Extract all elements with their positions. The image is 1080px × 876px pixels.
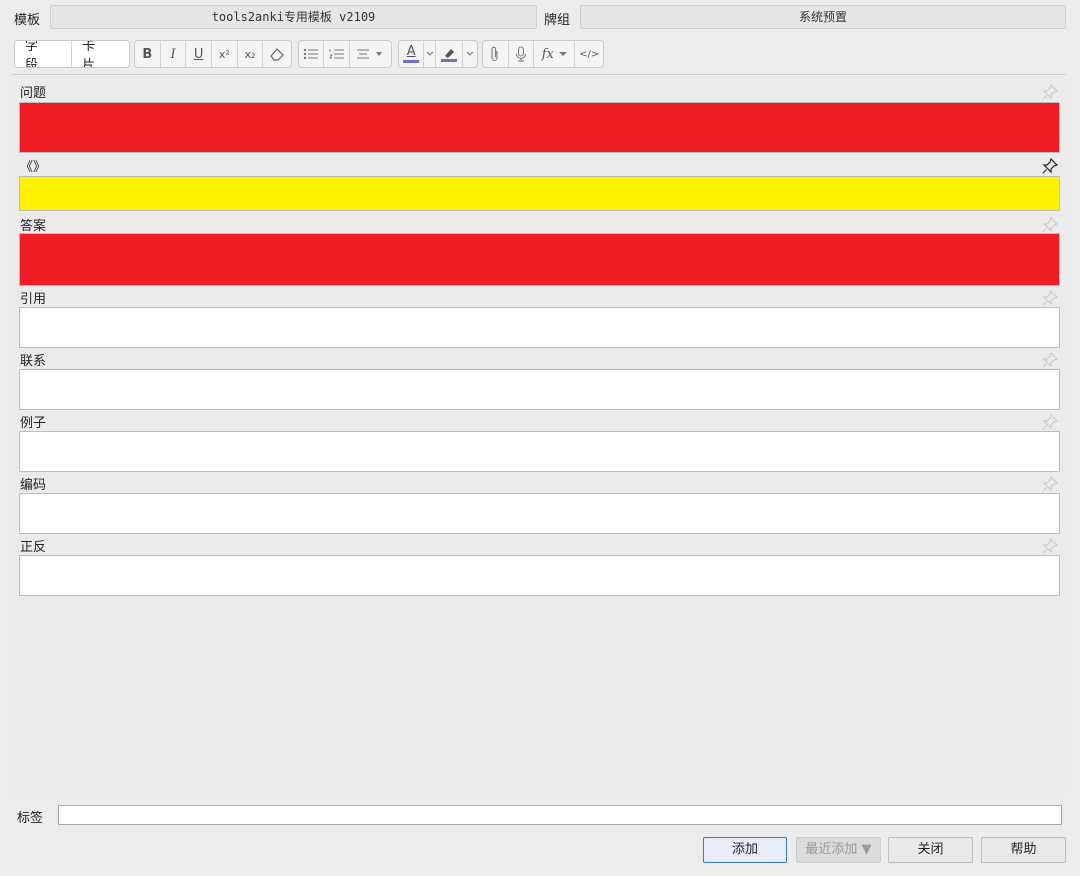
close-button[interactable]: 关闭 xyxy=(888,837,973,863)
record-audio-button[interactable] xyxy=(509,41,535,67)
fields-area: 问题 《》 答案 引用 联系 例子 编码 正反 xyxy=(12,76,1066,796)
pin-icon[interactable] xyxy=(1042,414,1058,430)
field-editor[interactable] xyxy=(19,307,1060,348)
clear-format-button[interactable] xyxy=(263,41,291,67)
pin-icon[interactable] xyxy=(1042,538,1058,554)
help-button[interactable]: 帮助 xyxy=(981,837,1066,863)
highlighter-icon xyxy=(445,48,455,58)
italic-icon: I xyxy=(170,46,176,62)
field-label: 编码 xyxy=(20,478,47,493)
deck-label: 牌组 xyxy=(544,13,571,28)
field-editor[interactable] xyxy=(19,493,1060,534)
superscript-icon: x² xyxy=(218,47,230,61)
toolbar-divider xyxy=(12,74,1066,75)
font-color-button[interactable]: A xyxy=(399,41,425,67)
caret-down-icon xyxy=(558,52,567,56)
notetype-selector[interactable]: tools2anki专用模板 v2109 xyxy=(50,5,537,29)
tags-input[interactable] xyxy=(58,805,1062,825)
font-color-bar xyxy=(403,60,420,63)
paperclip-icon xyxy=(491,46,498,62)
mathjax-button[interactable]: fx xyxy=(534,41,576,67)
field-editor[interactable] xyxy=(19,555,1060,596)
subscript-icon: x₂ xyxy=(244,47,256,61)
code-icon: </> xyxy=(579,48,600,60)
fields-button[interactable]: 字段... xyxy=(15,41,73,67)
field-label: 正反 xyxy=(20,540,47,555)
chevron-down-icon xyxy=(426,51,434,56)
cards-button[interactable]: 卡片... xyxy=(72,41,129,67)
field-label: 《》 xyxy=(20,160,47,175)
field-editor[interactable] xyxy=(19,369,1060,410)
attach-button[interactable] xyxy=(483,41,509,67)
add-button[interactable]: 添加 xyxy=(703,837,787,863)
microphone-icon xyxy=(515,46,526,62)
history-button[interactable]: 最近添加 ▼ xyxy=(796,837,881,863)
font-color-dropdown[interactable] xyxy=(424,41,437,67)
chevron-down-icon xyxy=(466,51,474,56)
deck-selector[interactable]: 系统预置 xyxy=(580,5,1066,29)
function-icon: fx xyxy=(541,46,554,62)
fields-cards-group: 字段... 卡片... xyxy=(14,40,130,68)
color-group: A xyxy=(398,40,478,68)
notetype-label: 模板 xyxy=(14,13,41,28)
field-label: 联系 xyxy=(20,354,47,369)
field-editor[interactable] xyxy=(19,233,1060,286)
numbered-list-icon xyxy=(328,49,344,59)
pin-icon[interactable] xyxy=(1042,84,1058,100)
pin-icon[interactable] xyxy=(1042,476,1058,492)
ordered-list-button[interactable] xyxy=(324,41,350,67)
field-label: 问题 xyxy=(20,86,47,101)
unordered-list-button[interactable] xyxy=(299,41,325,67)
font-color-icon: A xyxy=(406,44,416,59)
bullet-list-icon xyxy=(304,48,319,60)
eraser-icon xyxy=(270,48,285,61)
field-editor[interactable] xyxy=(19,176,1060,211)
html-editor-button[interactable]: </> xyxy=(575,41,603,67)
field-editor[interactable] xyxy=(19,102,1060,153)
field-label: 引用 xyxy=(20,292,47,307)
note-header: 模板 tools2anki专用模板 v2109 牌组 系统预置 xyxy=(0,0,1080,36)
footer: 标签 添加 最近添加 ▼ 关闭 帮助 xyxy=(0,796,1080,876)
pin-icon[interactable] xyxy=(1042,217,1058,233)
tags-label: 标签 xyxy=(17,811,44,826)
italic-button[interactable]: I xyxy=(161,41,187,67)
align-button[interactable] xyxy=(350,41,391,67)
bold-button[interactable]: B xyxy=(135,41,161,67)
align-icon xyxy=(357,49,383,59)
highlight-button[interactable] xyxy=(436,41,464,67)
bold-icon: B xyxy=(142,46,153,62)
insert-group: fx </> xyxy=(482,40,604,68)
field-editor[interactable] xyxy=(19,431,1060,472)
highlight-dropdown[interactable] xyxy=(463,41,477,67)
pin-icon[interactable] xyxy=(1042,158,1058,174)
underline-icon: U xyxy=(193,46,204,62)
list-group xyxy=(298,40,392,68)
underline-button[interactable]: U xyxy=(186,41,213,67)
subscript-button[interactable]: x₂ xyxy=(238,41,264,67)
format-group: B I U x² x₂ xyxy=(134,40,292,68)
pin-icon[interactable] xyxy=(1042,290,1058,306)
pin-icon[interactable] xyxy=(1042,352,1058,368)
field-label: 例子 xyxy=(20,416,47,431)
highlight-bar xyxy=(441,58,458,62)
superscript-button[interactable]: x² xyxy=(212,41,238,67)
field-label: 答案 xyxy=(20,219,47,234)
